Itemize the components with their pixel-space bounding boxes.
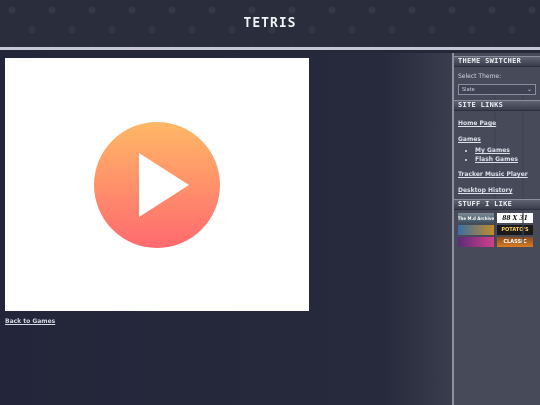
desktop-history-link[interactable]: Desktop History — [458, 187, 536, 194]
my-games-link[interactable]: My Games — [475, 147, 510, 154]
badge-link[interactable]: 88 X 31 — [497, 213, 533, 223]
play-icon — [139, 152, 189, 217]
badge-link[interactable] — [458, 237, 494, 247]
badge-grid: The M.d Archive 88 X 31 POTATO'S CLASSIC — [454, 210, 540, 250]
site-header: TETRIS — [0, 0, 540, 50]
list-item: My Games — [475, 147, 536, 154]
select-theme-label: Select Theme: — [458, 73, 502, 80]
game-player[interactable] — [5, 58, 309, 311]
games-link[interactable]: Games — [458, 136, 536, 143]
badge-link[interactable] — [458, 225, 494, 235]
main-content: Back to Games — [0, 53, 452, 405]
page-title: TETRIS — [243, 16, 297, 31]
list-item: Flash Games — [475, 156, 536, 163]
play-button[interactable] — [94, 121, 220, 248]
sidebar: THEME SWITCHER Select Theme: Slate ⌄ SIT… — [452, 53, 540, 405]
badge-link[interactable]: POTATO'S — [497, 225, 533, 235]
theme-select-value: Slate — [462, 86, 475, 93]
tracker-music-player-link[interactable]: Tracker Music Player — [458, 171, 536, 178]
games-sublist: My Games Flash Games — [475, 147, 536, 163]
badge-link[interactable]: The M.d Archive — [458, 213, 494, 223]
home-page-link[interactable]: Home Page — [458, 120, 536, 127]
theme-select[interactable]: Slate ⌄ — [458, 84, 536, 95]
stuff-i-like-heading: STUFF I LIKE — [454, 199, 540, 210]
back-to-games-link[interactable]: Back to Games — [5, 318, 55, 325]
theme-switcher-heading: THEME SWITCHER — [454, 56, 540, 67]
site-links-heading: SITE LINKS — [454, 100, 540, 111]
badge-link[interactable]: CLASSIC — [497, 237, 533, 247]
flash-games-link[interactable]: Flash Games — [475, 156, 518, 163]
chevron-down-icon: ⌄ — [526, 86, 532, 93]
